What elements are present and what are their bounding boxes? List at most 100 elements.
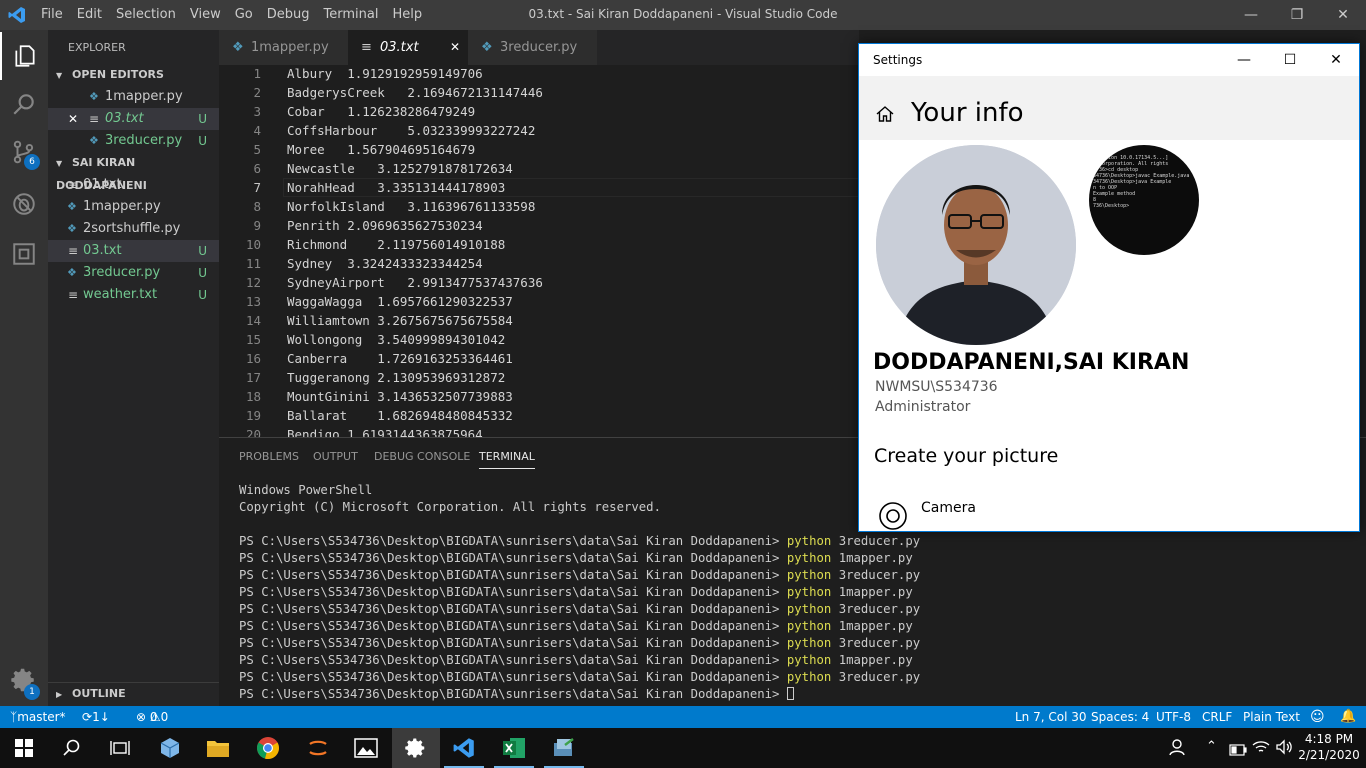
code-line[interactable]: Cobar 1.126238286479249 [287,104,475,119]
file-item[interactable]: ❖ 3reducer.py U [48,262,219,284]
encoding[interactable]: UTF-8 [1156,706,1191,728]
code-line[interactable]: NorfolkIsland 3.116396761133598 [287,199,535,214]
notifications-bell-icon[interactable]: 🔔 [1340,706,1356,728]
tab-output[interactable]: OUTPUT [313,450,358,463]
secondary-picture-thumbnail[interactable]: [Version 10.0.17134.5...] t Corporation. … [1089,145,1199,255]
tab-terminal[interactable]: TERMINAL [479,450,535,469]
text-file-icon: ≡ [361,40,372,55]
tab-problems[interactable]: PROBLEMS [239,450,299,463]
search-taskbar-icon[interactable] [48,728,96,768]
code-line[interactable]: Moree 1.567904695164679 [287,142,475,157]
file-explorer-icon[interactable] [194,728,242,768]
extensions-icon[interactable] [0,230,48,278]
git-status: U [198,288,207,302]
cursor-position[interactable]: Ln 7, Col 30 [1015,706,1087,728]
start-windows-icon[interactable] [0,728,48,768]
page-title: Your info [911,98,1024,128]
search-icon[interactable] [0,80,48,128]
terminal-command: python [786,653,832,667]
feedback-smiley-icon[interactable]: ☺ [1310,706,1325,728]
settings-taskbar-icon[interactable] [392,728,440,768]
task-view-icon[interactable] [96,728,144,768]
home-icon[interactable] [875,104,895,128]
settings-maximize-button[interactable]: ☐ [1267,44,1313,76]
debug-icon[interactable] [0,180,48,228]
profile-avatar [876,145,1076,345]
camera-icon[interactable] [878,501,908,535]
file-item[interactable]: ≡ 01.txt [48,174,219,196]
close-window-button[interactable]: ✕ [1320,0,1366,30]
explorer-sidebar: EXPLORER ▼ OPEN EDITORS ❖ 1mapper.py ✕ ≡… [48,30,219,706]
terminal-prompt: PS C:\Users\S534736\Desktop\BIGDATA\sunr… [239,602,780,616]
show-hidden-icons-icon[interactable]: ⌃ [1206,739,1217,754]
file-item[interactable]: ≡ weather.txt U [48,284,219,306]
code-line[interactable]: Canberra 1.7269163253364461 [287,351,513,366]
minimize-button[interactable]: — [1228,0,1274,30]
line-number: 17 [245,370,261,385]
network-app-icon[interactable] [540,728,588,768]
clock[interactable]: 4:18 PM 2/21/2020 [1298,731,1360,763]
tab-debug-console[interactable]: DEBUG CONSOLE [374,450,470,463]
battery-icon[interactable] [1229,741,1247,760]
wifi-icon[interactable] [1252,739,1270,759]
explorer-icon[interactable] [0,32,48,80]
chrome-icon[interactable] [244,728,292,768]
excel-icon[interactable] [490,728,538,768]
people-icon[interactable] [1168,738,1186,760]
close-tab-icon[interactable]: ✕ [450,30,460,65]
code-line[interactable]: Tuggeranong 2.130953969312872 [287,370,505,385]
code-line[interactable]: BadgerysCreek 2.1694672131147446 [287,85,543,100]
manage-gear-icon[interactable]: 1 [0,656,48,704]
vscode-taskbar-icon[interactable] [440,728,488,768]
line-number: 6 [253,161,261,176]
volume-icon[interactable] [1275,739,1293,759]
line-number: 10 [245,237,261,252]
file-item[interactable]: ❖ 1mapper.py [48,196,219,218]
code-line[interactable]: Williamtown 3.2675675675675584 [287,313,513,328]
code-line[interactable]: NorahHead 3.335131444178903 [287,180,505,195]
end-of-line[interactable]: CRLF [1202,706,1232,728]
close-editor-icon[interactable]: ✕ [68,108,78,130]
branch-indicator[interactable]: ᛉ master* [10,706,66,728]
indentation[interactable]: Spaces: 4 [1091,706,1149,728]
open-editor-item[interactable]: ❖ 1mapper.py [48,86,219,108]
source-control-icon[interactable]: 6 [0,128,48,176]
language-mode[interactable]: Plain Text [1243,706,1300,728]
code-line[interactable]: Ballarat 1.6826948480845332 [287,408,513,423]
terminal-argument: 3reducer.py [838,534,921,548]
file-item[interactable]: ❖ 2sortshuffle.py [48,218,219,240]
code-line[interactable]: WaggaWagga 1.6957661290322537 [287,294,513,309]
text-editor[interactable]: 1 Albury 1.9129192959149706 2 BadgerysCreek… [219,65,859,437]
3d-viewer-icon[interactable] [146,728,194,768]
settings-badge: 1 [24,684,40,700]
tab-3reducer[interactable]: ❖ 3reducer.py [468,30,597,65]
open-editors-section[interactable]: ▼ OPEN EDITORS [48,64,219,86]
camera-option[interactable]: Camera [921,500,976,516]
sync-indicator[interactable]: ⟳ 1↓ 0↑ [82,706,110,746]
text-file-icon: ≡ [68,178,79,192]
outline-section[interactable]: ▶ OUTLINE [48,682,219,704]
open-editor-item[interactable]: ❖ 3reducer.py U [48,130,219,152]
code-line[interactable]: SydneyAirport 2.9913477537437636 [287,275,543,290]
code-line[interactable]: Newcastle 3.1252791878172634 [287,161,513,176]
tab-03txt[interactable]: ≡ 03.txt ✕ [348,30,468,65]
jupyter-icon[interactable] [294,728,342,768]
settings-minimize-button[interactable]: — [1221,44,1267,76]
settings-close-button[interactable]: ✕ [1313,44,1359,76]
tab-1mapper[interactable]: ❖ 1mapper.py [219,30,348,65]
restore-button[interactable]: ❐ [1274,0,1320,30]
open-editor-item-active[interactable]: ✕ ≡ 03.txt U [48,108,219,130]
code-line[interactable]: MountGinini 3.1436532507739883 [287,389,513,404]
code-line[interactable]: Sydney 3.3242433323344254 [287,256,483,271]
code-line[interactable]: Wollongong 3.540999894301042 [287,332,505,347]
code-line[interactable]: Albury 1.9129192959149706 [287,66,483,81]
folder-section[interactable]: ▼ SAI KIRAN DODDAPANENI [48,152,219,192]
code-line[interactable]: Penrith 2.0969635627530234 [287,218,483,233]
terminal-active-prompt[interactable]: PS C:\Users\S534736\Desktop\BIGDATA\sunr… [239,687,795,701]
problems-indicator[interactable]: ⊗ 0 ⚠ 0 [136,706,168,728]
photos-icon[interactable] [342,728,390,768]
code-line[interactable]: CoffsHarbour 5.032339993227242 [287,123,535,138]
code-line[interactable]: Richmond 2.119756014910188 [287,237,505,252]
code-line[interactable]: Bendigo 1.6193144363875964 [287,427,483,437]
file-item-active[interactable]: ≡ 03.txt U [48,240,219,262]
